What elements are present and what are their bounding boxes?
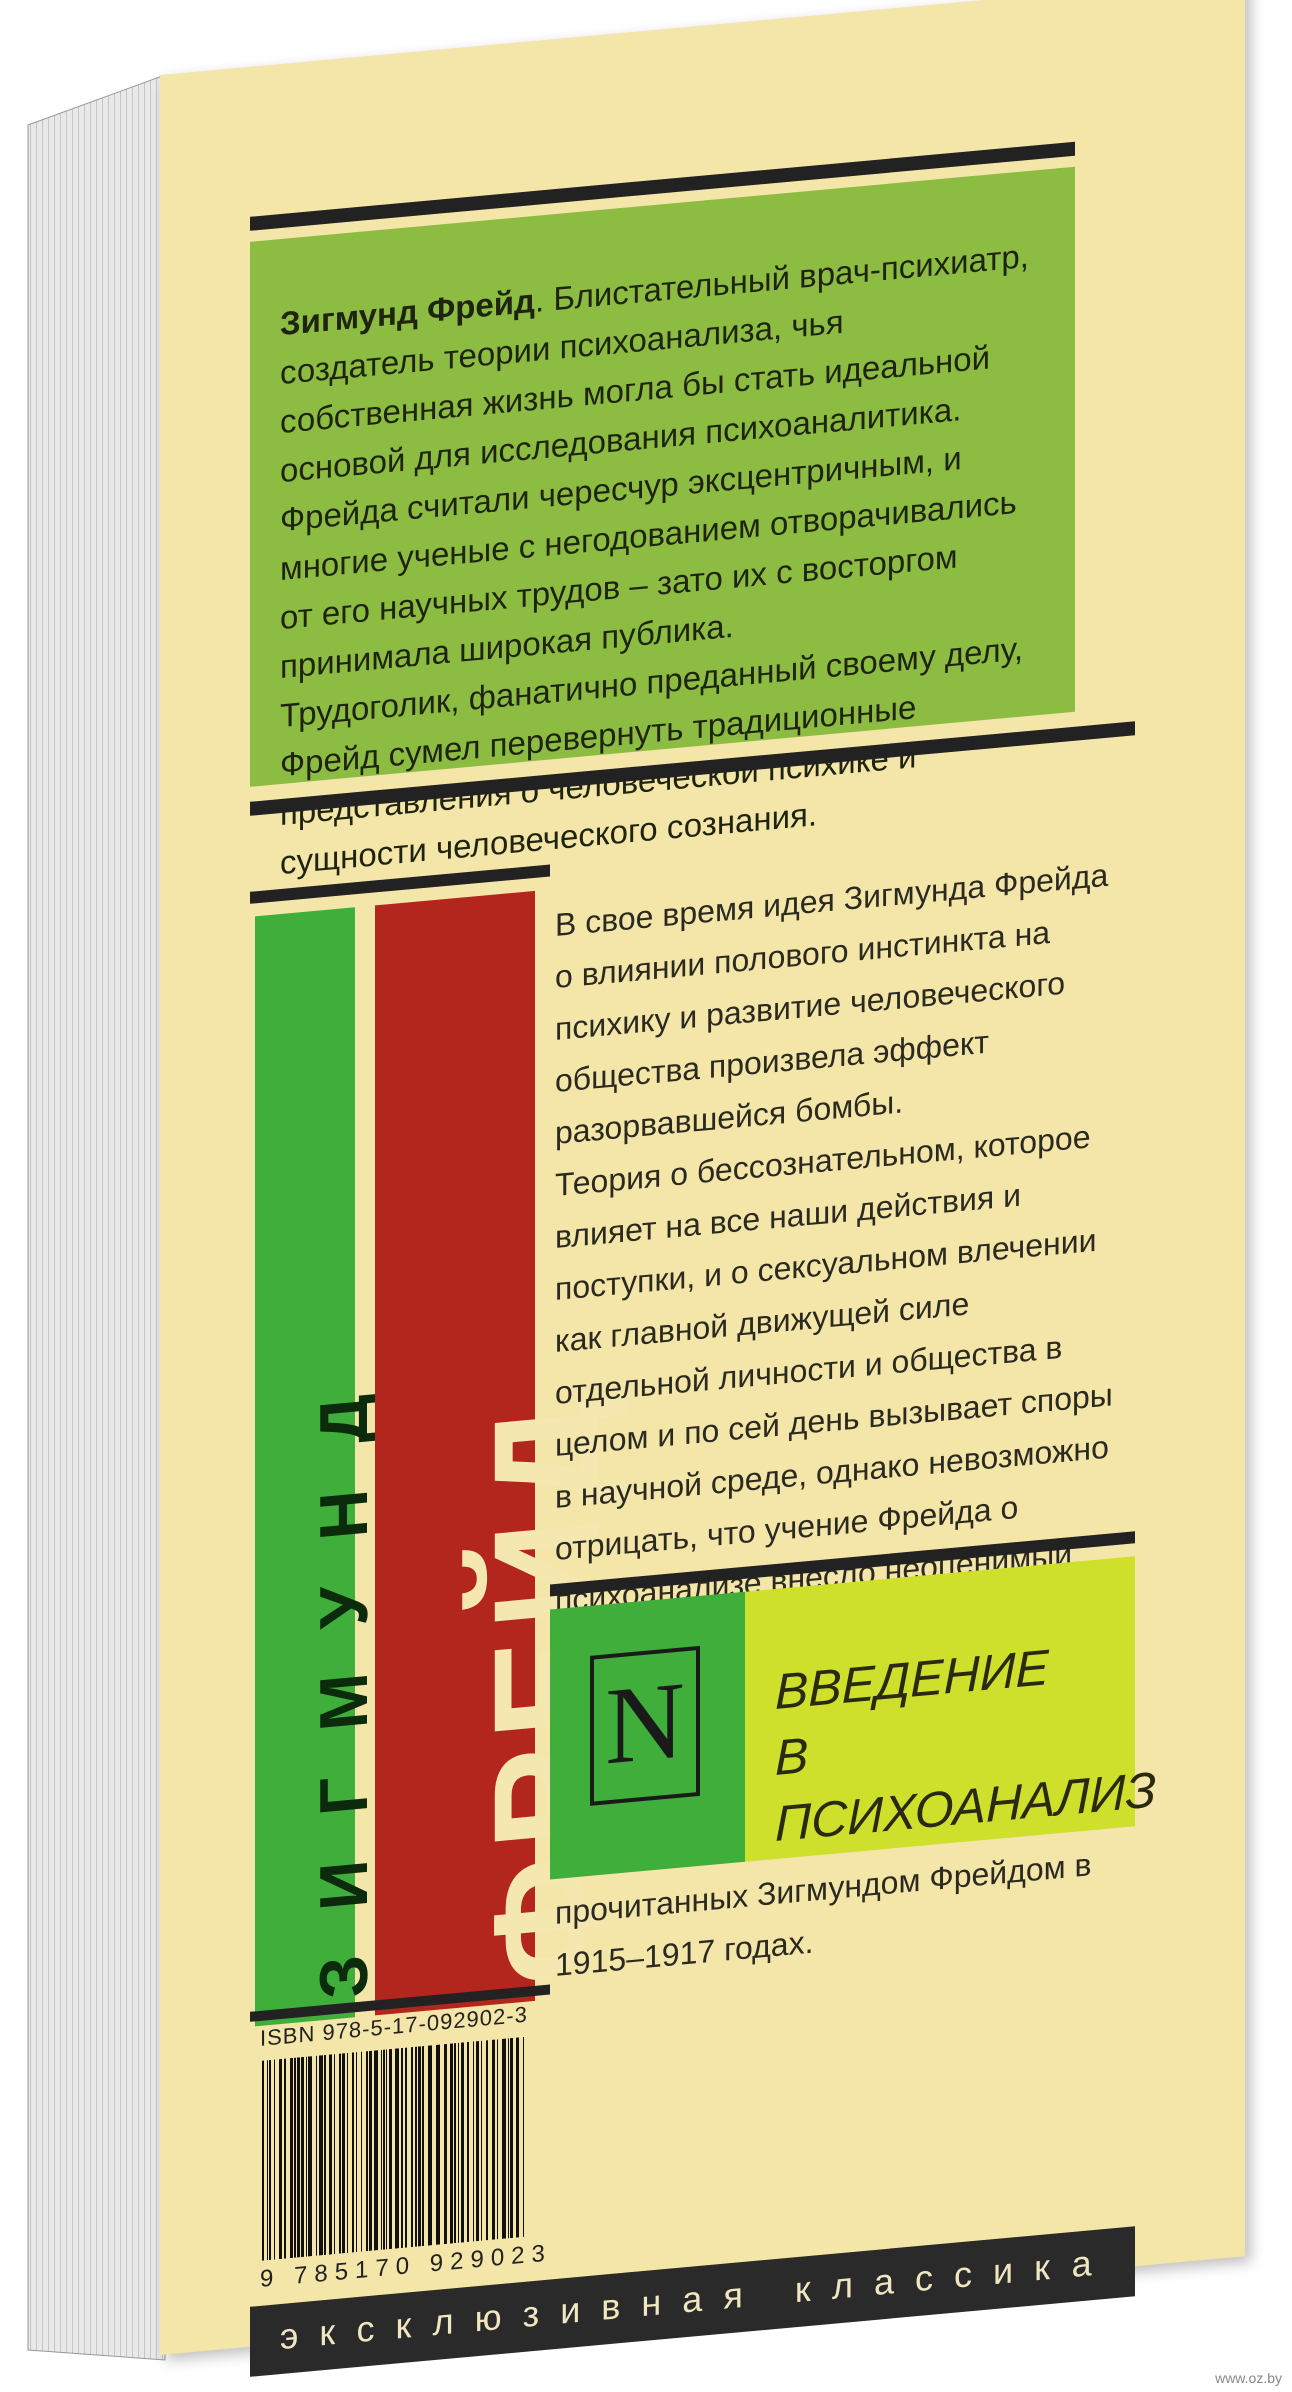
barcode <box>262 2036 524 2261</box>
barcode-stripe <box>381 2049 382 2250</box>
barcode-stripe <box>324 2054 326 2256</box>
barcode-stripe <box>316 2055 317 2256</box>
barcode-stripe <box>290 2057 293 2259</box>
author-bio-paragraph: Зигмунд Фрейд. Блистательный врач-психиа… <box>280 229 1045 691</box>
barcode-stripe <box>418 2046 421 2247</box>
barcode-stripe <box>383 2049 385 2250</box>
barcode-stripe <box>450 2043 453 2244</box>
description-paragraph-1: В свое время идея Зигмунда Фрейда о влия… <box>555 856 1109 1152</box>
barcode-stripe <box>473 2041 474 2242</box>
barcode-stripe <box>297 2057 300 2258</box>
barcode-stripe <box>352 2052 354 2253</box>
barcode-stripe <box>405 2047 407 2248</box>
barcode-stripe <box>516 2037 519 2238</box>
barcode-stripe <box>306 2056 307 2257</box>
barcode-stripe <box>386 2049 387 2250</box>
barcode-stripe <box>366 2051 368 2252</box>
barcode-stripe <box>467 2041 469 2243</box>
barcode-stripe <box>497 2039 498 2240</box>
barcode-stripe <box>347 2052 348 2253</box>
barcode-stripe <box>411 2046 413 2248</box>
barcode-stripe <box>267 2060 268 2261</box>
barcode-stripe <box>356 2052 357 2253</box>
barcode-stripe <box>308 2056 312 2257</box>
barcode-stripe <box>458 2042 459 2243</box>
barcode-stripe <box>374 2050 378 2251</box>
barcode-stripe <box>339 2053 341 2254</box>
barcode-stripe <box>274 2059 275 2260</box>
barcode-stripe <box>444 2043 447 2245</box>
barcode-stripe <box>334 2054 335 2255</box>
author-bio-panel: Зигмунд Фрейд. Блистательный врач-психиа… <box>250 166 1075 881</box>
author-name: Зигмунд Фрейд <box>280 281 535 343</box>
barcode-stripe <box>415 2046 417 2247</box>
barcode-stripe <box>361 2051 362 2252</box>
barcode-stripe <box>454 2043 456 2244</box>
barcode-stripe <box>389 2048 392 2250</box>
barcode-stripe <box>486 2040 488 2241</box>
barcode-stripe <box>342 2053 345 2254</box>
barcode-stripe <box>481 2040 482 2241</box>
barcode-stripe <box>401 2047 403 2249</box>
barcode-stripe <box>369 2050 372 2251</box>
author-first-name: ЗИГМУНД <box>306 1346 382 2002</box>
barcode-stripe <box>476 2040 479 2242</box>
back-cover: Зигмунд Фрейд. Блистательный врач-психиа… <box>160 0 1245 2377</box>
barcode-stripe <box>269 2059 271 2261</box>
barcode-stripe <box>319 2055 323 2256</box>
barcode-stripe <box>284 2058 286 2259</box>
barcode-stripe <box>301 2056 304 2258</box>
barcode-stripe <box>502 2038 506 2239</box>
publisher-logo-letter: N <box>605 1658 685 1788</box>
barcode-stripe <box>523 2036 524 2237</box>
barcode-stripe <box>436 2044 440 2245</box>
barcode-stripe <box>492 2039 495 2240</box>
barcode-stripe <box>262 2060 264 2261</box>
barcode-stripe <box>428 2045 432 2246</box>
watermark: www.oz.by <box>1215 2370 1282 2386</box>
barcode-stripe <box>395 2048 399 2249</box>
book-photo: Зигмунд Фрейд. Блистательный врач-психиа… <box>0 0 1292 2392</box>
barcode-stripe <box>510 2037 513 2239</box>
barcode-stripe <box>461 2042 464 2243</box>
barcode-stripe <box>508 2038 509 2239</box>
title-box: ВВЕДЕНИЕ В ПСИХОАНАЛИЗ <box>745 1556 1156 1862</box>
barcode-stripe <box>279 2058 282 2260</box>
publisher-logo: N <box>590 1645 700 1806</box>
barcode-stripe <box>422 2045 424 2247</box>
barcode-stripe <box>294 2057 296 2258</box>
barcode-stripe <box>329 2054 332 2255</box>
